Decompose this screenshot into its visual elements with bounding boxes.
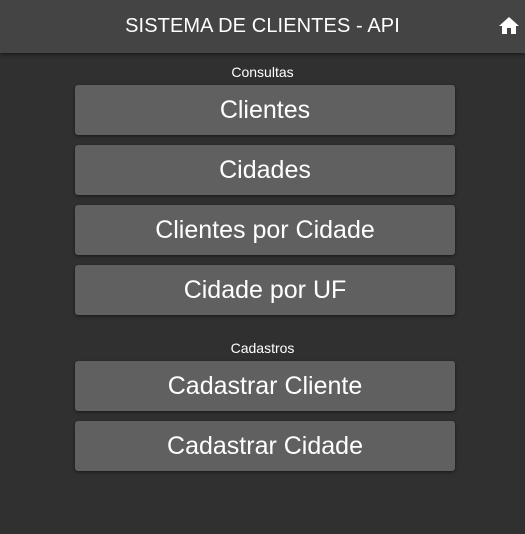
app-header: SISTEMA DE CLIENTES - API	[0, 0, 525, 53]
app-title: SISTEMA DE CLIENTES - API	[125, 15, 400, 37]
cadastros-heading: Cadastros	[230, 340, 295, 356]
home-icon	[499, 17, 519, 34]
cadastrar-cidade-button[interactable]: Cadastrar Cidade	[75, 421, 455, 471]
cidade-por-uf-button[interactable]: Cidade por UF	[75, 265, 455, 315]
consultas-heading: Consultas	[231, 64, 294, 80]
cadastrar-cliente-button[interactable]: Cadastrar Cliente	[75, 361, 455, 411]
cidades-button[interactable]: Cidades	[75, 145, 455, 195]
clientes-button[interactable]: Clientes	[75, 85, 455, 135]
home-button[interactable]	[497, 14, 521, 38]
clientes-por-cidade-button[interactable]: Clientes por Cidade	[75, 205, 455, 255]
